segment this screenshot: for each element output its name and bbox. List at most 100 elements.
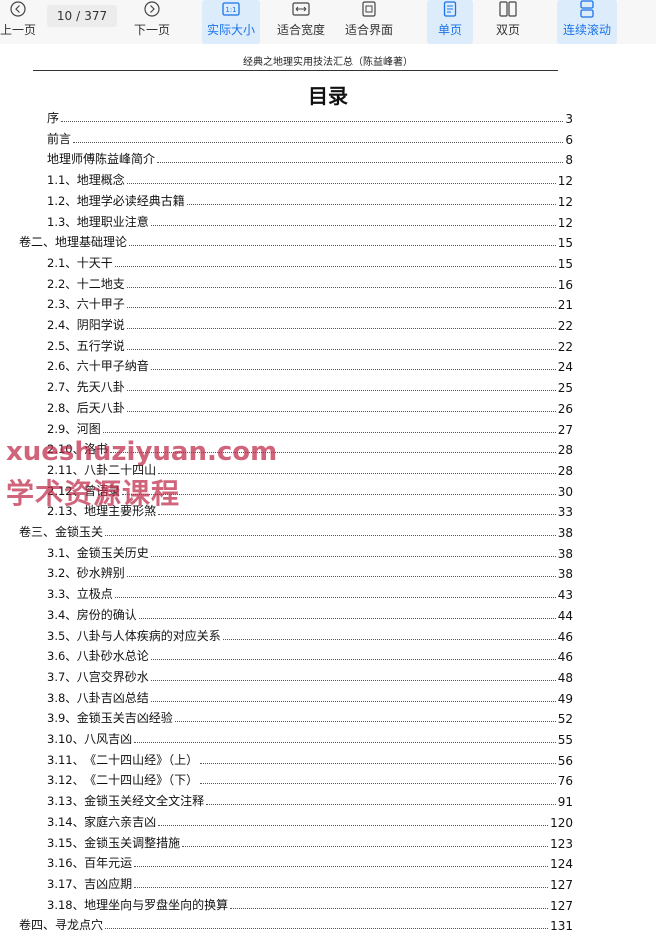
page-current-input[interactable]: 10 (57, 9, 72, 23)
toc-entry-page: 12 (557, 194, 573, 209)
toc-leader-dots (129, 244, 556, 247)
toc-leader-dots (126, 575, 556, 578)
toc-entry[interactable]: 2.2、 十二地支 16 (47, 272, 573, 292)
toc-entry[interactable]: 2.5、 五行学说 22 (47, 334, 573, 354)
toc-leader-dots (134, 741, 556, 743)
toc-entry[interactable]: 3.11、 《二十四山经》（上） 56 (47, 748, 573, 768)
toc-entry[interactable]: 卷二、地理基础理论 15 (19, 230, 573, 250)
toc-entry[interactable]: 2.1、 十天干 15 (47, 251, 573, 271)
toc-entry-page: 56 (557, 753, 573, 768)
toc-entry[interactable]: 2.4、 阴阳学说 22 (47, 313, 573, 333)
toc-entry[interactable]: 3.17、 吉凶应期 127 (47, 872, 573, 892)
toc-entry-number: 3.9、 (47, 711, 77, 726)
toc-entry[interactable]: 1.2、 地理学必读经典古籍 12 (47, 189, 573, 209)
toc-entry-page: 38 (557, 546, 573, 561)
toc-entry-page: 46 (557, 629, 573, 644)
toc-entry-number: 3.12、 (47, 773, 85, 788)
toc-entry[interactable]: 2.7、 先天八卦 25 (47, 375, 573, 395)
toc-leader-dots (150, 368, 556, 371)
toc-leader-dots (150, 679, 556, 681)
toc-entry[interactable]: 地理师傅陈益峰简介 8 (47, 147, 573, 167)
toc-leader-dots (174, 720, 556, 723)
toc-entry[interactable]: 3.7、 八宫交界砂水 48 (47, 665, 573, 685)
toc-entry-page: 120 (550, 815, 573, 830)
toc-entry[interactable]: 卷四、寻龙点穴 131 (19, 913, 573, 933)
toc-entry-title: 十天干 (76, 255, 113, 270)
toc-entry-page: 38 (557, 526, 573, 540)
toc-entry[interactable]: 3.6、 八卦砂水总论 46 (47, 644, 573, 664)
watermark-url: xueshuziyuan.com (6, 437, 278, 467)
toc-entry[interactable]: 3.4、 房份的确认 44 (47, 603, 573, 623)
toc-entry-page: 91 (557, 795, 573, 810)
next-page-button[interactable]: 下一页 (130, 0, 174, 44)
fit-width-icon (292, 0, 310, 18)
continuous-scroll-label: 连续滚动 (562, 23, 611, 37)
toc-entry[interactable]: 3.13、 金锁玉关经文全文注释 91 (47, 789, 573, 809)
fit-width-button[interactable]: 适合宽度 (274, 0, 328, 44)
toc-leader-dots (200, 762, 556, 764)
double-page-button[interactable]: 双页 (486, 0, 530, 44)
actual-size-button[interactable]: 1:1 实际大小 (202, 0, 260, 44)
toc-entry[interactable]: 2.9、 河图 27 (47, 417, 573, 437)
toc-entry-title: 先天八卦 (76, 380, 125, 395)
toc-leader-dots (138, 617, 556, 619)
toc-entry-page: 127 (550, 877, 573, 892)
toc-entry[interactable]: 3.12、 《二十四山经》（下） 76 (47, 768, 573, 788)
toc-entry[interactable]: 3.9、 金锁玉关吉凶经验 52 (47, 706, 573, 726)
toc-entry[interactable]: 3.1、 金锁玉关历史 38 (47, 541, 573, 561)
toc-entry-number: 3.6、 (47, 649, 77, 664)
toc-entry[interactable]: 3.2、 砂水辨别 38 (47, 561, 573, 581)
toc-entry[interactable]: 2.3、 六十甲子 21 (47, 292, 573, 312)
toc-leader-dots (150, 224, 556, 226)
toc-leader-dots (126, 410, 556, 412)
toc-entry[interactable]: 1.1、 地理概念 12 (47, 168, 573, 188)
page-total: 377 (84, 9, 108, 23)
toc-leader-dots (206, 803, 556, 806)
toc-entry-page: 6 (565, 132, 573, 147)
continuous-scroll-icon (578, 0, 596, 18)
toc-entry-page: 33 (557, 505, 573, 520)
toc-entry[interactable]: 3.3、 立极点 43 (47, 582, 573, 602)
double-page-label: 双页 (495, 23, 520, 37)
header-rule (33, 70, 558, 71)
toc-entry[interactable]: 3.8、 八卦吉凶总结 49 (47, 686, 573, 706)
toc-entry[interactable]: 1.3、 地理职业注意 12 (47, 210, 573, 230)
toc-leader-dots (134, 865, 549, 868)
toc-entry-page: 24 (557, 360, 573, 375)
toc-entry[interactable]: 2.6、 六十甲子纳音 24 (47, 354, 573, 374)
toc-entry-title: 金锁玉关调整措施 (84, 835, 181, 850)
toc-entry[interactable]: 2.8、 后天八卦 26 (47, 396, 573, 416)
toc-leader-dots (126, 182, 556, 185)
toc-leader-dots (122, 493, 556, 495)
toc-entry-number: 3.2、 (47, 566, 77, 581)
fit-page-button[interactable]: 适合界面 (342, 0, 396, 44)
toc-entry[interactable]: 前言 6 (47, 127, 573, 147)
prev-page-button[interactable]: 上一页 (0, 0, 36, 44)
toc-entry-title: 序 (47, 111, 60, 125)
toc-entry[interactable]: 3.5、 八卦与人体疾病的对应关系 46 (47, 624, 573, 644)
toc-entry[interactable]: 3.18、 地理坐向与罗盘坐向的换算 127 (47, 893, 573, 913)
toc-leader-dots (126, 389, 556, 392)
toc-entry-page: 12 (557, 174, 573, 189)
toc-entry[interactable]: 3.16、 百年元运 124 (47, 851, 573, 871)
toc-leader-dots (105, 927, 549, 930)
actual-size-icon: 1:1 (222, 0, 240, 18)
fit-width-label: 适合宽度 (276, 23, 325, 37)
toc-entry-page: 55 (557, 733, 573, 747)
toc-entry-page: 52 (557, 712, 573, 727)
toc-entry[interactable]: 3.10、 八风吉凶 55 (47, 727, 573, 747)
toc-entry[interactable]: 序3 (47, 106, 573, 126)
toc-leader-dots (157, 161, 564, 164)
toc-entry[interactable]: 卷三、金锁玉关 38 (19, 520, 573, 540)
toc-entry-page: 3 (565, 112, 573, 126)
single-page-button[interactable]: 单页 (427, 0, 473, 44)
toc-entry[interactable]: 3.14、 家庭六亲吉凶 120 (47, 810, 573, 830)
toc-entry-number: 3.14、 (47, 814, 85, 829)
toc-entry-page: 22 (557, 339, 573, 354)
toc-entry-title: 河图 (76, 421, 101, 436)
toc-entry[interactable]: 3.15、 金锁玉关调整措施 123 (47, 831, 573, 851)
continuous-scroll-button[interactable]: 连续滚动 (557, 0, 617, 44)
toc-leader-dots (102, 431, 556, 433)
toc-entry-title: 六十甲子 (76, 297, 125, 312)
toc-leader-dots (126, 348, 556, 350)
